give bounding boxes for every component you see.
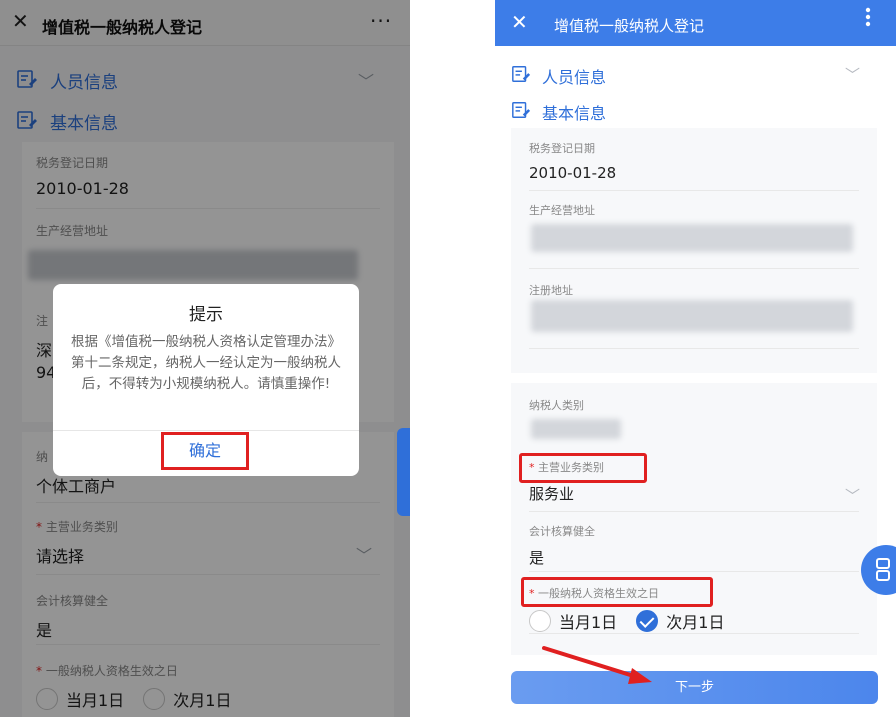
redacted-address bbox=[531, 224, 853, 252]
field-value: 是 bbox=[529, 549, 545, 567]
divider bbox=[529, 571, 859, 572]
dialog-title: 提示 bbox=[189, 305, 223, 325]
header: ✕ 增值税一般纳税人登记 bbox=[495, 0, 896, 46]
divider bbox=[53, 430, 359, 431]
section-label: 人员信息 bbox=[542, 68, 607, 87]
field-caption: 纳税人类别 bbox=[529, 399, 584, 412]
field-business-address: 生产经营地址 bbox=[529, 202, 859, 218]
annotation-arrow-icon bbox=[542, 646, 652, 684]
radio-group: 当月1日 次月1日 bbox=[529, 609, 859, 633]
form-icon bbox=[512, 102, 531, 118]
divider bbox=[529, 268, 859, 269]
section-basic-info[interactable]: 基本信息 bbox=[495, 94, 896, 126]
dialog-message: 根据《增值税一般纳税人资格认定管理办法》第十二条规定，纳税人一经认定为一般纳税人… bbox=[71, 334, 341, 392]
highlight-effective-date bbox=[521, 577, 713, 607]
redacted-registered-address bbox=[531, 300, 853, 332]
left-screen: ✕ 增值税一般纳税人登记 ··· 人员信息 ﹀ 基本信息 税务登记日期 2010… bbox=[0, 0, 410, 717]
section-personnel-info[interactable]: 人员信息 ﹀ bbox=[495, 58, 896, 90]
chevron-down-icon[interactable]: ﹀ bbox=[845, 64, 860, 85]
page-title: 增值税一般纳税人登记 bbox=[554, 17, 705, 35]
form-icon bbox=[512, 66, 531, 82]
redacted-taxpayer-type bbox=[531, 419, 621, 439]
divider bbox=[529, 348, 859, 349]
field-value: 2010-01-28 bbox=[529, 164, 617, 182]
radio-label: 当月1日 bbox=[559, 613, 618, 632]
side-tab[interactable] bbox=[397, 428, 410, 516]
basic-info-card-1: 税务登记日期 2010-01-28 生产经营地址 注册地址 bbox=[511, 128, 877, 373]
field-reg-date: 税务登记日期 2010-01-28 bbox=[529, 140, 859, 182]
field-caption: 注册地址 bbox=[529, 284, 573, 297]
close-icon[interactable]: ✕ bbox=[511, 10, 528, 34]
section-label: 基本信息 bbox=[542, 104, 607, 123]
field-caption: 生产经营地址 bbox=[529, 204, 595, 217]
confirm-button[interactable]: 确定 bbox=[161, 432, 249, 470]
basic-info-card-2: 纳税人类别 * 主营业务类别 服务业 ﹀ 会计核算健全 是 * 一般纳税人资格生… bbox=[511, 383, 877, 655]
field-accounting: 会计核算健全 是 bbox=[529, 523, 859, 568]
chevron-down-icon[interactable]: ﹀ bbox=[845, 485, 860, 506]
divider bbox=[529, 190, 859, 191]
more-icon[interactable] bbox=[863, 6, 873, 28]
highlight-main-business bbox=[519, 453, 647, 483]
field-caption: 会计核算健全 bbox=[529, 525, 595, 538]
right-screen: ✕ 增值税一般纳税人登记 人员信息 ﹀ 基本信息 税务登记日期 2010-01-… bbox=[495, 0, 896, 717]
divider bbox=[529, 633, 859, 634]
radio-label: 次月1日 bbox=[666, 613, 725, 632]
field-caption: 税务登记日期 bbox=[529, 142, 595, 155]
radio-current-month[interactable] bbox=[529, 610, 551, 632]
field-registered-address: 注册地址 bbox=[529, 282, 859, 298]
divider bbox=[529, 511, 859, 512]
main-business-select[interactable]: 服务业 bbox=[529, 483, 859, 504]
field-taxpayer-type: 纳税人类别 bbox=[529, 397, 859, 413]
grid-icon bbox=[876, 558, 890, 581]
radio-next-month[interactable] bbox=[636, 610, 659, 632]
alert-dialog: 提示 根据《增值税一般纳税人资格认定管理办法》第十二条规定，纳税人一经认定为一般… bbox=[53, 284, 359, 476]
